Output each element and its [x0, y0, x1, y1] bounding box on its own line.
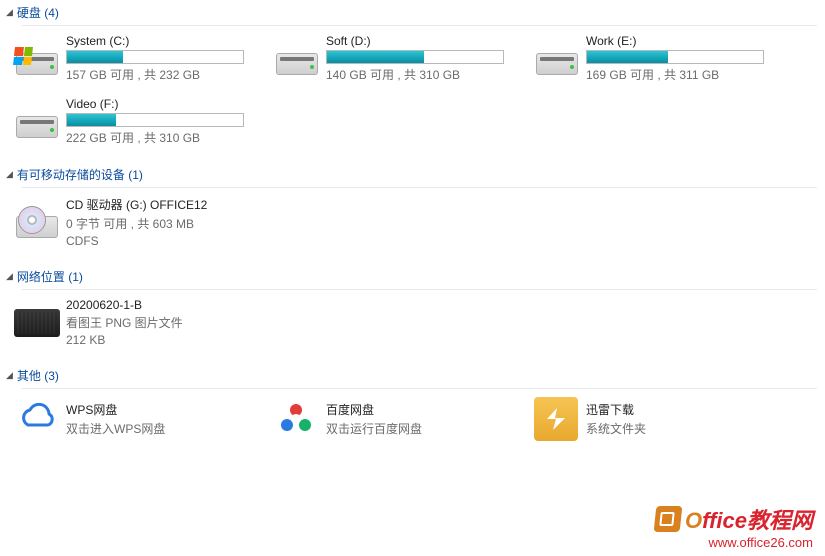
drive-soft-d[interactable]: Soft (D:) 140 GB 可用 , 共 310 GB	[274, 34, 534, 83]
capacity-text: 169 GB 可用 , 共 311 GB	[586, 66, 794, 83]
chevron-down-icon: ◢	[6, 169, 13, 180]
drive-label: Work (E:)	[586, 34, 794, 48]
capacity-bar	[66, 50, 244, 64]
section-header-other[interactable]: ◢ 其他 (3)	[0, 363, 825, 388]
chevron-down-icon: ◢	[6, 7, 13, 18]
capacity-bar	[66, 113, 244, 127]
network-grid: 20200620-1-B 看图王 PNG 图片文件 212 KB	[0, 290, 825, 363]
other-item-wps[interactable]: WPS网盘 双击进入WPS网盘	[14, 397, 274, 441]
item-desc: 系统文件夹	[586, 420, 646, 437]
item-desc: 双击运行百度网盘	[326, 420, 422, 437]
section-title: 网络位置 (1)	[17, 268, 83, 285]
filesystem-text: CDFS	[66, 234, 274, 248]
section-header-removable[interactable]: ◢ 有可移动存储的设备 (1)	[0, 162, 825, 187]
xunlei-folder-icon	[534, 397, 578, 441]
section-title: 硬盘 (4)	[17, 4, 59, 21]
watermark-brand: Office教程网	[655, 503, 813, 535]
cd-drive-icon	[14, 202, 60, 242]
chevron-down-icon: ◢	[6, 271, 13, 282]
hdd-icon	[274, 39, 320, 79]
hdd-icon	[14, 102, 60, 142]
other-item-xunlei[interactable]: 迅雷下载 系统文件夹	[534, 397, 794, 441]
item-name: WPS网盘	[66, 401, 165, 418]
watermark-url: www.office26.com	[655, 535, 813, 550]
hdd-icon	[534, 39, 580, 79]
removable-grid: CD 驱动器 (G:) OFFICE12 0 字节 可用 , 共 603 MB …	[0, 188, 825, 264]
drive-label: System (C:)	[66, 34, 274, 48]
item-size: 212 KB	[66, 333, 183, 347]
section-title: 有可移动存储的设备 (1)	[17, 166, 143, 183]
drive-label: Soft (D:)	[326, 34, 534, 48]
item-name: 20200620-1-B	[66, 298, 183, 312]
watermark-logo-icon	[654, 506, 683, 532]
drive-label: Video (F:)	[66, 97, 274, 111]
capacity-text: 140 GB 可用 , 共 310 GB	[326, 66, 534, 83]
item-desc: 看图王 PNG 图片文件	[66, 314, 183, 331]
drive-label: CD 驱动器 (G:) OFFICE12	[66, 196, 274, 213]
capacity-text: 222 GB 可用 , 共 310 GB	[66, 129, 274, 146]
hdd-icon	[14, 39, 60, 79]
drives-grid: System (C:) 157 GB 可用 , 共 232 GB Soft (D…	[0, 26, 825, 162]
capacity-text: 157 GB 可用 , 共 232 GB	[66, 66, 274, 83]
baidu-netdisk-icon	[274, 397, 318, 441]
windows-icon	[13, 47, 33, 65]
section-header-network[interactable]: ◢ 网络位置 (1)	[0, 264, 825, 289]
other-grid: WPS网盘 双击进入WPS网盘 百度网盘 双击运行百度网盘 迅雷下载 系统文件夹	[0, 389, 825, 457]
item-name: 百度网盘	[326, 401, 422, 418]
chevron-down-icon: ◢	[6, 370, 13, 381]
other-item-baidu[interactable]: 百度网盘 双击运行百度网盘	[274, 397, 534, 441]
item-name: 迅雷下载	[586, 401, 646, 418]
section-title: 其他 (3)	[17, 367, 59, 384]
capacity-bar	[586, 50, 764, 64]
network-item[interactable]: 20200620-1-B 看图王 PNG 图片文件 212 KB	[14, 298, 274, 347]
image-thumbnail-icon	[14, 309, 60, 337]
item-desc: 双击进入WPS网盘	[66, 420, 165, 437]
capacity-bar	[326, 50, 504, 64]
capacity-text: 0 字节 可用 , 共 603 MB	[66, 215, 274, 232]
drive-video-f[interactable]: Video (F:) 222 GB 可用 , 共 310 GB	[14, 97, 274, 146]
section-header-drives[interactable]: ◢ 硬盘 (4)	[0, 0, 825, 25]
watermark: Office教程网 www.office26.com	[655, 503, 813, 550]
drive-system-c[interactable]: System (C:) 157 GB 可用 , 共 232 GB	[14, 34, 274, 83]
wps-cloud-icon	[14, 397, 58, 441]
drive-work-e[interactable]: Work (E:) 169 GB 可用 , 共 311 GB	[534, 34, 794, 83]
drive-cd-g[interactable]: CD 驱动器 (G:) OFFICE12 0 字节 可用 , 共 603 MB …	[14, 196, 274, 248]
